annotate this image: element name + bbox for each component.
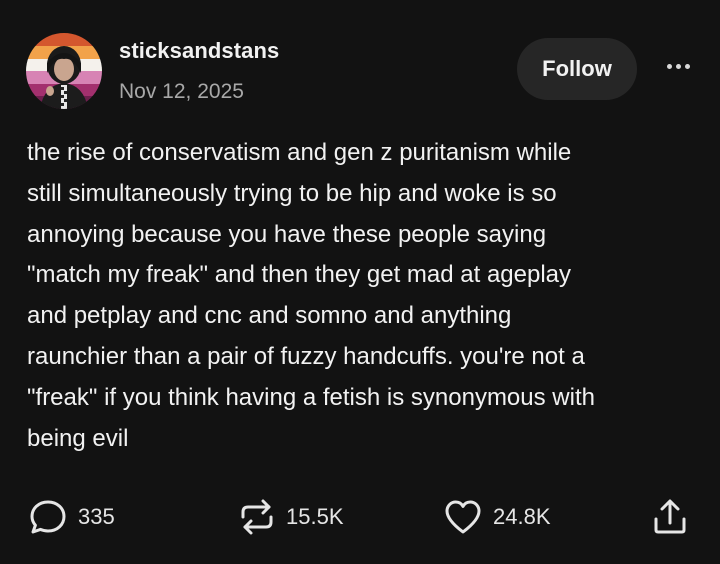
repost-icon — [241, 499, 273, 535]
comments-count: 335 — [78, 504, 115, 529]
post-body-line: annoying because you have these people s… — [27, 220, 547, 248]
share-icon — [654, 499, 686, 534]
reblogs-count: 15.5K — [286, 504, 344, 529]
more-dots-icon[interactable] — [662, 56, 694, 76]
post-card: sticksandstans Nov 12, 2025 Follow the r… — [0, 0, 720, 564]
follow-button[interactable]: Follow — [517, 38, 637, 100]
repost-button[interactable]: 15.5K — [238, 494, 344, 540]
comment-bubble-icon — [30, 500, 66, 534]
dot — [675, 63, 681, 69]
post-body-line: and petplay and cnc and somno and anythi… — [27, 302, 512, 330]
post-date: Nov 12, 2025 — [119, 80, 244, 103]
avatar-image — [26, 33, 102, 109]
avatar[interactable] — [26, 33, 102, 109]
post-actions-bar: 335 15.5K 24.8K — [0, 494, 720, 544]
post-body-line: "freak" if you think having a fetish is … — [27, 383, 595, 411]
dot — [684, 63, 690, 69]
post-author-username[interactable]: sticksandstans — [119, 38, 279, 64]
post-body-line: the rise of conservatism and gen z purit… — [27, 139, 572, 166]
comments-button[interactable]: 335 — [28, 494, 115, 540]
post-body-line: being evil — [27, 424, 129, 452]
share-button[interactable] — [651, 494, 689, 540]
post-body: the rise of conservatism and gen z purit… — [27, 133, 697, 459]
heart-icon — [445, 500, 481, 534]
likes-count: 24.8K — [493, 504, 551, 529]
post-body-line: raunchier than a pair of fuzzy handcuffs… — [27, 342, 585, 370]
dot — [666, 63, 672, 69]
post-body-line: "match my freak" and then they get mad a… — [27, 261, 572, 289]
post-body-line: still simultaneously trying to be hip an… — [27, 179, 557, 207]
like-button[interactable]: 24.8K — [443, 494, 551, 540]
